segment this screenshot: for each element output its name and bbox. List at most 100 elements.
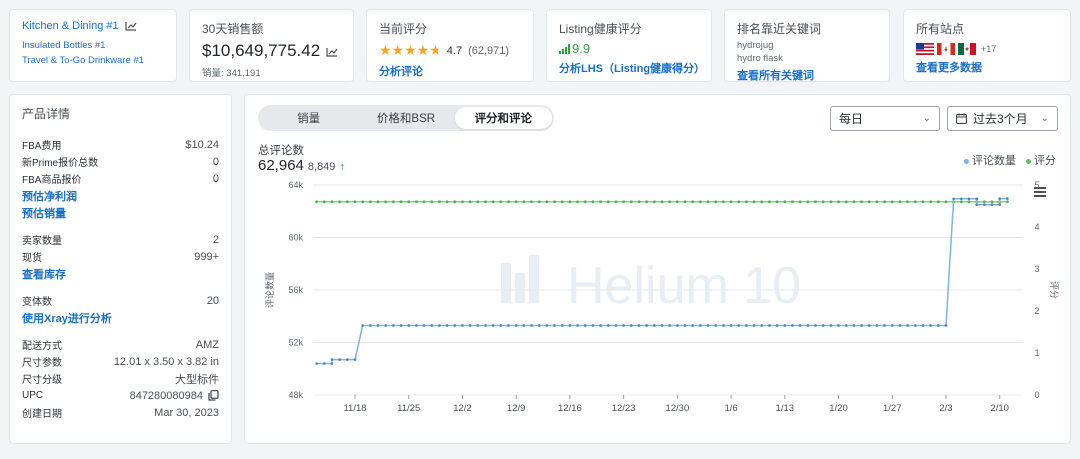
xray-analysis-link[interactable]: 使用Xray进行分析 — [22, 309, 219, 326]
estimate-profit-link[interactable]: 预估净利润 — [22, 187, 219, 204]
view-inventory-link[interactable]: 查看库存 — [22, 265, 219, 282]
view-more-data-link[interactable]: 查看更多数据 — [916, 59, 1058, 75]
rating-point — [691, 200, 695, 204]
tab-sales[interactable]: 销量 — [260, 107, 357, 129]
rating-point — [837, 200, 840, 204]
reviews-point — [921, 324, 925, 327]
rating-count: (62,971) — [468, 44, 510, 57]
y-right-tick-label: 4 — [1034, 222, 1039, 232]
legend-item-rating[interactable]: 评分 — [1026, 152, 1056, 168]
reviews-point — [369, 324, 372, 327]
reviews-point — [484, 324, 487, 327]
reviews-point — [537, 324, 541, 327]
reviews-point — [438, 324, 441, 327]
detail-row-fba-offers: FBA商品报价 0 — [22, 172, 219, 187]
rating-point — [913, 200, 917, 204]
reviews-point — [415, 324, 418, 327]
rating-point — [614, 200, 618, 204]
keyword-1: hydrojug — [737, 40, 774, 51]
canada-flag-icon[interactable] — [937, 43, 955, 55]
reviews-point — [960, 197, 963, 201]
reviews-line — [316, 197, 1008, 365]
reviews-point — [998, 203, 1001, 206]
watermark-logo-bar — [529, 255, 539, 303]
estimate-sales-link[interactable]: 预估销量 — [22, 204, 219, 221]
chart-panel: 销量 价格和BSR 评分和评论 每日 ⌄ 过去3个月 ⌄ 总评论数 62,964… — [244, 94, 1071, 444]
reviews-point — [323, 362, 326, 365]
y-right-tick-label: 1 — [1034, 348, 1039, 358]
total-reviews-value: 62,964 — [258, 157, 304, 174]
reviews-point — [576, 324, 579, 327]
reviews-point — [967, 197, 971, 201]
tab-price-bsr[interactable]: 价格和BSR — [357, 107, 454, 129]
reviews-point — [407, 324, 411, 327]
rating-point — [453, 200, 457, 204]
analyze-reviews-link[interactable]: 分析评论 — [379, 63, 521, 79]
rating-point — [929, 200, 933, 204]
x-tick-label: 12/9 — [507, 403, 526, 414]
mexico-flag-icon[interactable] — [958, 43, 976, 55]
rating-point — [806, 200, 810, 204]
view-all-keywords-link[interactable]: 查看所有关键词 — [737, 67, 877, 83]
x-tick-label: 12/16 — [558, 403, 582, 414]
rating-point — [345, 200, 349, 204]
category-main-rank[interactable]: Kitchen & Dining #1 — [22, 20, 119, 32]
rating-point — [775, 200, 779, 204]
reviews-point — [568, 324, 572, 327]
legend-item-reviews[interactable]: 评论数量 — [964, 152, 1016, 168]
reviews-point — [384, 324, 387, 327]
copy-icon[interactable] — [208, 390, 219, 401]
analyze-lhs-link[interactable]: 分析LHS（Listing健康得分） — [559, 60, 705, 76]
rating-point — [791, 200, 794, 204]
reviews-point — [890, 324, 894, 327]
rating-point — [952, 200, 956, 204]
reviews-point — [507, 324, 510, 327]
trend-chart-icon[interactable] — [326, 47, 338, 57]
date-range-select[interactable]: 过去3个月 ⌄ — [947, 106, 1058, 131]
reviews-point — [622, 324, 625, 327]
x-tick-label: 12/30 — [665, 403, 689, 414]
star-icons: ★★★★ — [379, 42, 430, 58]
category-sub-rank-1[interactable]: Insulated Bottles #1 — [22, 40, 164, 51]
reviews-point — [791, 324, 794, 327]
rating-point — [468, 200, 472, 204]
rating-point — [737, 200, 741, 204]
reviews-point — [714, 324, 718, 327]
date-range-value: 过去3个月 — [973, 112, 1028, 126]
rating-point — [514, 200, 518, 204]
reviews-point — [998, 197, 1001, 200]
reviews-point — [683, 324, 687, 327]
rating-point — [622, 200, 626, 204]
interval-select[interactable]: 每日 ⌄ — [830, 106, 940, 131]
category-sub-rank-2[interactable]: Travel & To-Go Drinkware #1 — [22, 55, 164, 66]
rating-point — [338, 200, 342, 204]
rating-title: 当前评分 — [379, 22, 428, 36]
listing-title: Listing健康评分 — [559, 22, 642, 36]
detail-row-fba-fee: FBA费用 $10.24 — [22, 138, 219, 153]
reviews-point — [821, 324, 825, 327]
y-left-tick-label: 52k — [288, 338, 303, 348]
listing-score: 9.9 — [572, 41, 591, 56]
rating-point — [890, 200, 894, 204]
rating-point — [652, 200, 656, 204]
rating-point — [599, 200, 602, 204]
rating-point — [445, 200, 449, 204]
arrow-up-icon: ↑ — [339, 161, 346, 173]
rating-point — [936, 200, 940, 204]
watermark-text: Helium 10 — [567, 257, 801, 315]
tab-ratings-reviews[interactable]: 评分和评论 — [454, 107, 552, 129]
reviews-point — [844, 324, 848, 327]
rating-point — [867, 200, 871, 204]
chart-legend: 评论数量 评分 — [964, 152, 1056, 168]
rating-point — [461, 200, 464, 204]
reviews-point — [837, 324, 840, 327]
reviews-point — [983, 203, 986, 206]
reviews-point — [645, 324, 648, 327]
reviews-point — [783, 324, 787, 327]
trend-chart-icon[interactable] — [125, 21, 137, 31]
reviews-point — [937, 324, 940, 327]
y-left-tick-label: 64k — [288, 180, 303, 190]
us-flag-icon[interactable] — [916, 43, 934, 55]
chart-menu-icon[interactable] — [1034, 187, 1046, 197]
detail-row-prime-offers: 新Prime报价总数 0 — [22, 155, 219, 170]
